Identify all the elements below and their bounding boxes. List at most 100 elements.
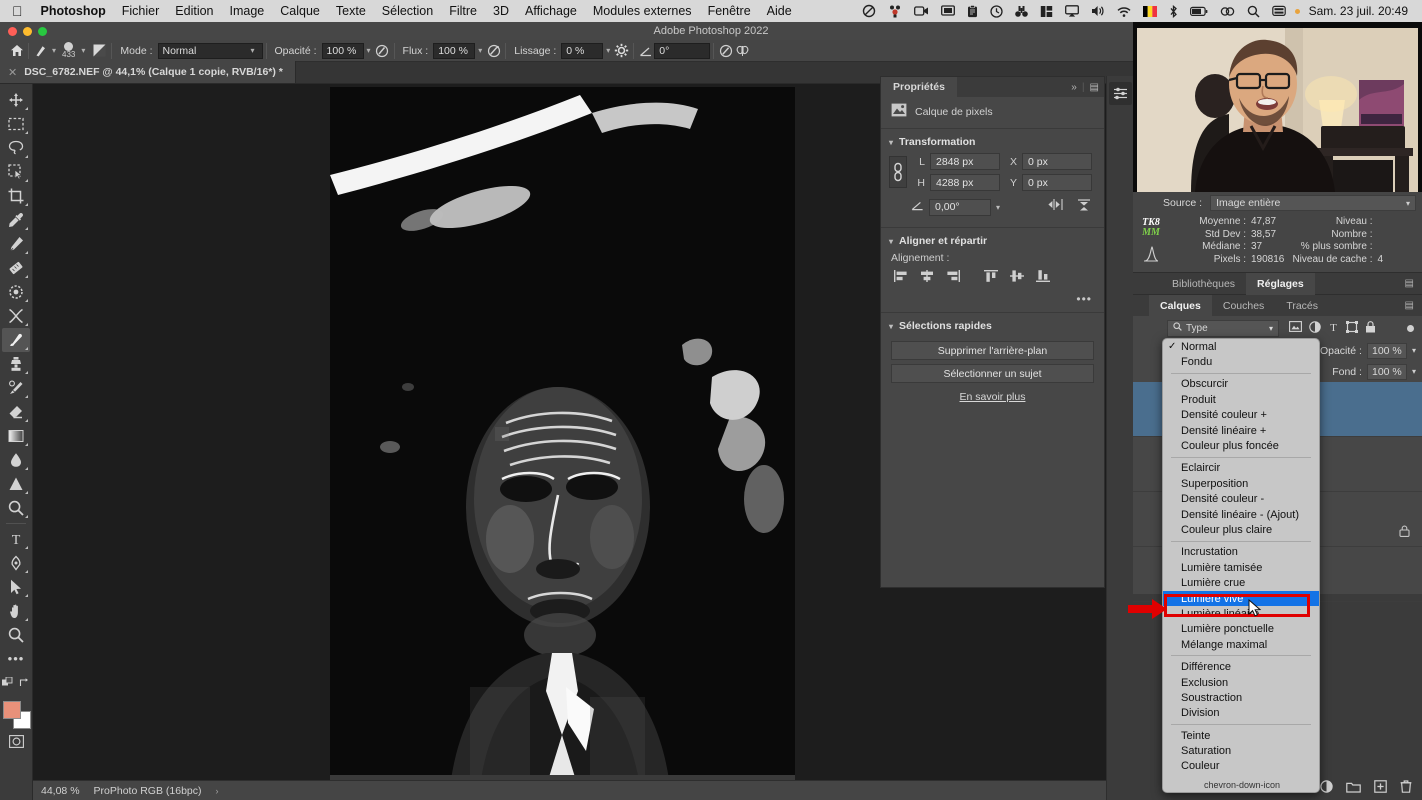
clone-stamp-tool[interactable] [2,352,30,376]
path-selection-tool[interactable] [2,575,30,599]
blend-option-normal[interactable]: Normal [1163,339,1319,354]
blend-option-melange-maximal[interactable]: Mélange maximal [1163,637,1319,652]
zoom-level[interactable]: 44,08 % [41,785,80,797]
status-expand-icon[interactable]: › [216,786,219,796]
screen-record-icon[interactable] [908,5,935,17]
chevron-down-icon[interactable]: ▾ [889,322,893,331]
control-center-icon[interactable] [1266,5,1292,17]
lock-icon[interactable] [1399,525,1410,540]
panel-menu-icon[interactable]: ▤ [1085,82,1104,93]
brush-size-indicator[interactable]: 433 [59,42,78,59]
blend-option-exclusion[interactable]: Exclusion [1163,675,1319,690]
stats-icon[interactable] [1034,5,1059,18]
fill-chevron-icon[interactable]: ▾ [1412,367,1416,376]
blend-option-teinte[interactable]: Teinte [1163,728,1319,743]
layer-fill-input[interactable]: 100 % [1366,363,1407,380]
blend-option-eclaircir[interactable]: Eclaircir [1163,461,1319,476]
time-machine-icon[interactable] [984,4,1009,18]
history-brush-tool[interactable] [2,376,30,400]
delete-layer-icon[interactable] [1400,780,1412,798]
blend-mode-select[interactable]: Normal ▾ [157,42,263,59]
adjustments-sliders-icon[interactable] [1108,82,1132,105]
angle-input[interactable]: 0° [654,42,711,59]
pixel-filter-icon[interactable] [1289,321,1302,335]
flow-input[interactable]: 100 % [433,42,476,59]
link-dimensions-icon[interactable] [889,156,907,188]
filter-toggle-icon[interactable] [1407,324,1414,332]
blend-option-couleur-plus-foncee[interactable]: Couleur plus foncée [1163,438,1319,453]
double-chevron-icon[interactable]: » [1066,82,1082,93]
minimize-window-button[interactable] [23,27,32,36]
align-bottom-icon[interactable] [1033,268,1053,284]
brush-size-chevron-icon[interactable]: ▾ [78,46,88,55]
menu-photoshop[interactable]: Photoshop [33,4,114,18]
dropdown-scroll-down-icon[interactable]: chevron-down-icon [1163,777,1319,792]
blend-option-obscurcir[interactable]: Obscurcir [1163,377,1319,392]
menu-3d[interactable]: 3D [485,4,517,18]
hand-tool[interactable] [2,599,30,623]
more-tools[interactable]: ••• [2,647,30,671]
tab-couches[interactable]: Couches [1212,295,1275,317]
layer-filter-select[interactable]: Type ▾ [1167,319,1279,337]
home-icon[interactable] [8,42,25,59]
color-space-label[interactable]: ProPhoto RGB (16bpc) [94,785,202,797]
smoothing-chevron-icon[interactable]: ▾ [603,46,613,55]
patch-tool[interactable] [2,256,30,280]
swap-colors-icon[interactable] [19,675,30,693]
default-colors-icon[interactable] [2,675,13,693]
blend-option-difference[interactable]: Différence [1163,659,1319,674]
menu-edition[interactable]: Edition [167,4,221,18]
menu-selection[interactable]: Sélection [374,4,441,18]
move-tool[interactable] [2,88,30,112]
display-icon[interactable] [935,5,961,17]
close-icon[interactable]: ✕ [8,66,17,79]
foreground-color-swatch[interactable] [3,701,21,719]
object-selection-tool[interactable] [2,160,30,184]
blend-option-saturation[interactable]: Saturation [1163,743,1319,758]
remove-background-button[interactable]: Supprimer l'arrière-plan [891,341,1094,360]
document-image[interactable] [330,87,795,787]
shape-filter-icon[interactable] [1346,320,1358,336]
select-subject-button[interactable]: Sélectionner un sujet [891,364,1094,383]
clipboard-icon[interactable] [961,4,984,18]
menu-affichage[interactable]: Affichage [517,4,585,18]
menu-modules-externes[interactable]: Modules externes [585,4,700,18]
layer-opacity-input[interactable]: 100 % [1366,342,1407,359]
angle-chevron-icon[interactable]: ▾ [996,203,1000,212]
brush-preset-chevron-icon[interactable]: ▾ [49,46,59,55]
blend-option-division[interactable]: Division [1163,706,1319,721]
blend-option-lumiere-ponctuelle[interactable]: Lumière ponctuelle [1163,622,1319,637]
spot-healing-tool[interactable] [2,280,30,304]
search-icon[interactable] [1241,5,1266,18]
document-tab[interactable]: ✕ DSC_6782.NEF @ 44,1% (Calque 1 copie, … [0,61,296,83]
brush-preset-icon[interactable] [32,42,49,59]
align-middle-v-icon[interactable] [1007,268,1027,284]
adjustment-layer-icon[interactable] [1320,780,1333,798]
chevron-down-icon[interactable]: ▾ [889,237,893,246]
blend-option-densite-lineaire-moins[interactable]: Densité linéaire - (Ajout) [1163,507,1319,522]
transform-section-header[interactable]: ▾ Transformation [881,131,1104,153]
blend-option-incrustation[interactable]: Incrustation [1163,545,1319,560]
blend-mode-dropdown[interactable]: Normal Fondu Obscurcir Produit Densité c… [1162,338,1320,793]
height-input[interactable]: 4288 px [930,174,1000,191]
type-filter-icon[interactable]: T [1328,321,1339,336]
airplay-icon[interactable] [1059,5,1085,17]
menu-clock[interactable]: Sam. 23 juil. 20:49 [1303,4,1416,18]
crop-tool[interactable] [2,184,30,208]
blend-option-couleur-plus-claire[interactable]: Couleur plus claire [1163,522,1319,537]
close-window-button[interactable] [8,27,17,36]
brush-tool[interactable] [2,328,30,352]
menu-fichier[interactable]: Fichier [114,4,168,18]
align-top-icon[interactable] [981,268,1001,284]
airbrush-icon[interactable] [485,42,502,59]
eraser-tool[interactable] [2,400,30,424]
brush-panel-icon[interactable] [91,42,108,59]
blend-option-superposition[interactable]: Superposition [1163,476,1319,491]
menu-texte[interactable]: Texte [328,4,374,18]
zoom-magnifier-tool[interactable] [2,496,30,520]
lasso-tool[interactable] [2,136,30,160]
tab-calques[interactable]: Calques [1149,294,1212,317]
menu-aide[interactable]: Aide [759,4,800,18]
histogram-source-select[interactable]: Image entière ▾ [1210,195,1416,211]
menu-calque[interactable]: Calque [272,4,328,18]
